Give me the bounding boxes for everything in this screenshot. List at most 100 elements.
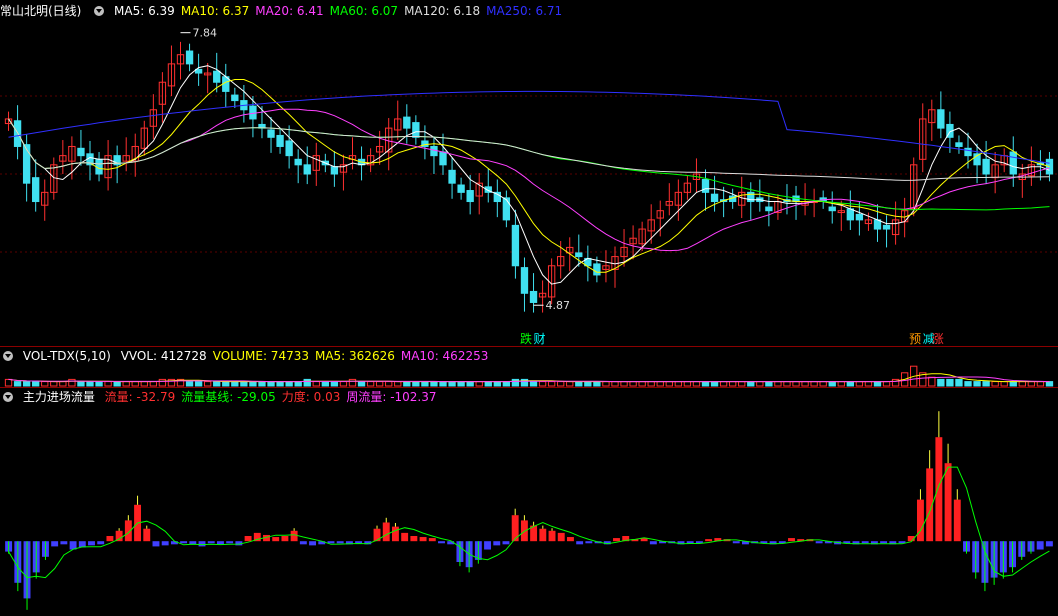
flow-baseline: [8, 466, 1050, 579]
candle-body: [330, 166, 339, 175]
volume-bar: [928, 376, 936, 387]
volume-bar: [140, 381, 148, 387]
flow-chart[interactable]: [0, 388, 1058, 616]
volume-bar: [674, 381, 683, 387]
flow-bar: [152, 541, 160, 547]
volume-bar: [312, 381, 320, 387]
volume-bar: [366, 381, 375, 387]
volume-bar: [575, 381, 583, 387]
flow-bar: [88, 541, 95, 546]
flow-bar: [309, 541, 317, 546]
volume-bar: [1009, 381, 1017, 387]
volume-bar: [457, 381, 465, 387]
flow-bar: [216, 541, 224, 545]
candlestick-chart[interactable]: 7.844.87跌财预减涨: [0, 0, 1058, 346]
volume-bar: [59, 381, 67, 387]
volume-bar: [158, 378, 167, 387]
flow-bar: [244, 536, 252, 542]
volume-bar: [276, 381, 284, 387]
flow-bar: [272, 537, 280, 542]
ma-line: [8, 65, 1050, 285]
volume-panel[interactable]: VOL-TDX(5,10) VVOL: 412728 VOLUME: 74733 M…: [0, 347, 1058, 387]
volume-bar: [647, 381, 655, 387]
volume-bar: [22, 381, 31, 387]
candle-body: [828, 206, 836, 212]
candle-body: [213, 70, 221, 83]
flow-bar: [539, 528, 547, 542]
ma-line: [8, 90, 1050, 164]
volume-bar: [493, 381, 501, 387]
candle-body: [22, 144, 31, 184]
flow-bar: [438, 541, 445, 544]
flow-bar: [705, 539, 713, 542]
flow-bar: [382, 522, 390, 542]
volume-bar: [937, 378, 945, 387]
volume-bar: [348, 378, 357, 387]
volume-bar: [240, 381, 248, 387]
candle-body: [765, 206, 773, 212]
volume-bar: [412, 381, 420, 387]
volume-bar: [882, 381, 891, 387]
volume-bar: [973, 381, 981, 387]
candle-body: [593, 263, 601, 276]
flow-bar: [732, 541, 740, 544]
volume-bar: [728, 381, 737, 387]
event-marker: 预: [909, 332, 921, 346]
flow-bar: [1036, 541, 1044, 550]
candle-body: [846, 208, 855, 221]
candle-body: [285, 140, 293, 157]
volume-bar: [991, 381, 999, 387]
volume-bar: [484, 381, 492, 387]
flow-bar: [161, 541, 169, 546]
volume-chart[interactable]: [0, 347, 1058, 387]
candle-body: [855, 213, 864, 221]
volume-bar: [792, 381, 800, 387]
candle-body: [185, 50, 194, 65]
volume-bar: [1000, 381, 1008, 387]
volume-ma-line: [8, 373, 1050, 383]
flow-bar: [51, 541, 59, 547]
volume-bar: [547, 381, 556, 387]
flow-bar: [557, 532, 565, 542]
candle-body: [511, 224, 520, 267]
volume-bar: [149, 381, 158, 387]
volume-bar: [1027, 381, 1036, 387]
candle-body: [1009, 151, 1017, 175]
flow-bar: [106, 536, 114, 542]
volume-bar: [357, 381, 366, 387]
flow-bar: [493, 541, 501, 546]
flow-bar: [281, 536, 289, 542]
volume-bar: [611, 381, 619, 387]
volume-bar: [502, 381, 511, 387]
volume-bar: [656, 381, 664, 387]
ma-line: [8, 79, 1050, 273]
volume-bar: [222, 381, 230, 387]
volume-bar: [955, 378, 963, 387]
candle-body: [529, 290, 538, 303]
flow-bar: [336, 541, 344, 544]
volume-bar: [692, 381, 701, 387]
event-marker: 涨: [932, 331, 944, 346]
flow-panel[interactable]: 主力进场流量 流量: -32.79 流量基线: -29.05 力度: 0.03 周流量…: [0, 388, 1058, 616]
flow-bar: [585, 541, 593, 544]
candle-body: [964, 147, 972, 157]
main-chart-panel[interactable]: 常山北明(日线) MA5: 6.39 MA10: 6.37 MA20: 6.41 MA…: [0, 0, 1058, 346]
candle-body: [575, 252, 583, 258]
volume-bar: [466, 381, 474, 387]
volume-bar: [403, 381, 411, 387]
volume-bar: [394, 381, 402, 387]
volume-bar: [511, 378, 520, 387]
volume-bar: [602, 381, 610, 387]
ma-line: [8, 118, 1050, 211]
volume-bar: [86, 381, 94, 387]
volume-bar: [701, 381, 710, 387]
volume-bar: [819, 381, 827, 387]
volume-bar: [873, 381, 882, 387]
volume-bar: [665, 381, 673, 387]
volume-bar: [77, 381, 85, 387]
candle-body: [457, 184, 465, 193]
event-marker: 跌: [520, 331, 532, 346]
candle-body: [710, 193, 719, 203]
volume-bar: [756, 381, 764, 387]
flow-bar: [944, 463, 952, 542]
